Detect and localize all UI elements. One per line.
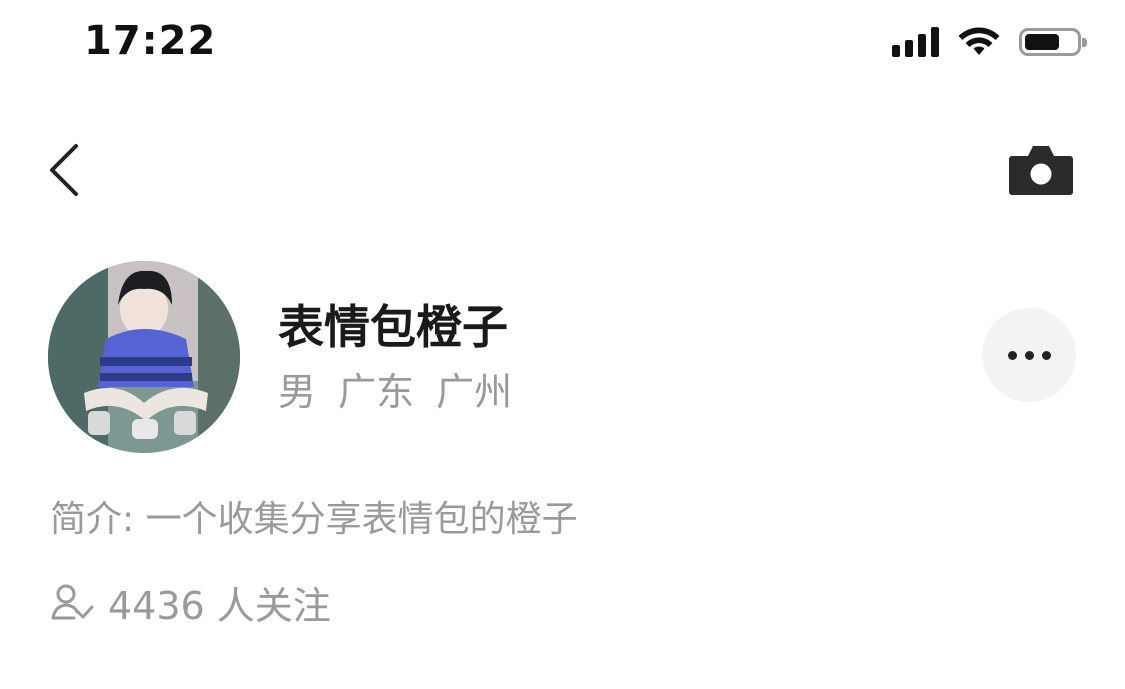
signal-icon <box>892 27 939 57</box>
followers-row[interactable]: 4436 人关注 <box>50 578 331 628</box>
profile-name: 表情包橙子 <box>278 300 508 354</box>
followers-count: 4436 人关注 <box>108 583 331 628</box>
avatar-illustration <box>48 261 240 453</box>
more-button[interactable] <box>982 308 1076 402</box>
profile-location: 男 广东 广州 <box>278 370 513 414</box>
profile-bio: 简介: 一个收集分享表情包的橙子 <box>50 499 578 540</box>
chevron-left-icon <box>50 144 78 196</box>
status-icons <box>892 22 1087 62</box>
back-button[interactable] <box>44 138 88 202</box>
avatar[interactable] <box>48 261 240 453</box>
user-check-icon <box>51 584 94 620</box>
wifi-icon <box>958 27 1000 55</box>
camera-button[interactable] <box>1008 142 1074 196</box>
status-time: 17:22 <box>84 18 217 64</box>
camera-icon <box>1009 146 1073 195</box>
more-horizontal-icon <box>1007 350 1051 360</box>
battery-icon <box>1019 28 1087 56</box>
